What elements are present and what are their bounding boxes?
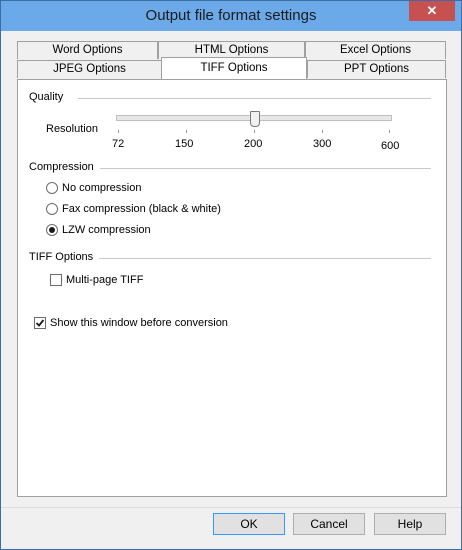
show-window-checkbox[interactable] xyxy=(34,317,46,329)
tab-word-options[interactable]: Word Options xyxy=(17,41,158,59)
tab-ppt-options[interactable]: PPT Options xyxy=(307,60,446,78)
tick-label-200: 200 xyxy=(244,138,263,150)
quality-group-label: Quality xyxy=(29,91,70,103)
tiff-options-separator xyxy=(98,258,431,259)
tab-jpeg-options[interactable]: JPEG Options xyxy=(17,60,162,78)
resolution-label: Resolution xyxy=(46,123,98,135)
show-window-label[interactable]: Show this window before conversion xyxy=(50,317,228,329)
slider-tick xyxy=(186,130,187,133)
tick-label-300: 300 xyxy=(313,138,332,150)
radio-no-compression[interactable] xyxy=(46,182,58,194)
label-lzw-compression[interactable]: LZW compression xyxy=(62,224,151,236)
quality-separator xyxy=(78,98,431,99)
window-title: Output file format settings xyxy=(145,7,317,24)
compression-group-label: Compression xyxy=(29,161,100,173)
slider-tick xyxy=(322,130,323,133)
slider-tick xyxy=(254,130,255,133)
tick-label-72: 72 xyxy=(112,138,125,150)
close-icon[interactable]: ✕ xyxy=(409,1,455,21)
tab-excel-options[interactable]: Excel Options xyxy=(305,41,446,59)
radio-fax-compression[interactable] xyxy=(46,203,58,215)
tiff-options-group-label: TIFF Options xyxy=(29,251,100,263)
tick-label-600: 600 xyxy=(381,140,400,152)
ok-button[interactable]: OK xyxy=(213,513,285,535)
label-fax-compression[interactable]: Fax compression (black & white) xyxy=(62,203,221,215)
cancel-button[interactable]: Cancel xyxy=(293,513,365,535)
title-bar[interactable]: Output file format settings ✕ xyxy=(1,1,461,31)
button-bar-separator xyxy=(1,507,461,508)
multipage-tiff-checkbox[interactable] xyxy=(50,274,62,286)
label-no-compression[interactable]: No compression xyxy=(62,182,141,194)
tick-label-150: 150 xyxy=(175,138,194,150)
resolution-slider-thumb[interactable] xyxy=(250,111,260,127)
multipage-tiff-label[interactable]: Multi-page TIFF xyxy=(66,274,143,286)
slider-tick xyxy=(118,130,119,133)
dialog-window: Output file format settings ✕ Word Optio… xyxy=(0,0,462,550)
compression-separator xyxy=(98,168,431,169)
tiff-options-panel: Quality Resolution 72 150 200 300 600 Co… xyxy=(17,79,447,497)
tab-tiff-options[interactable]: TIFF Options xyxy=(161,57,307,79)
check-mark-icon xyxy=(35,319,45,327)
help-button[interactable]: Help xyxy=(374,513,446,535)
radio-lzw-compression[interactable] xyxy=(46,224,58,236)
slider-tick xyxy=(389,130,390,133)
